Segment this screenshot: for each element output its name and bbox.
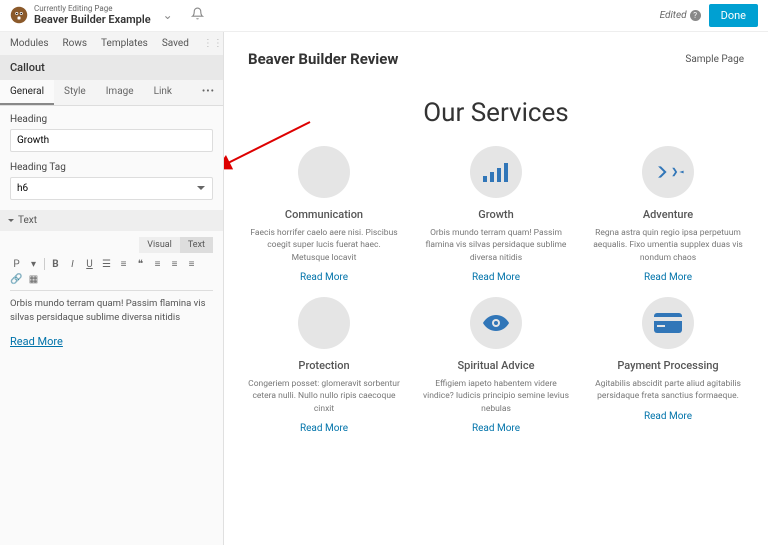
subtab-style[interactable]: Style (54, 80, 96, 105)
heading-field-label: Heading (10, 114, 213, 125)
help-icon[interactable]: ? (690, 10, 701, 21)
services-section: Our Services Communication Faecis horrife… (224, 78, 768, 454)
service-icon-circle (642, 297, 694, 349)
service-icon-circle (470, 297, 522, 349)
editor-textarea[interactable]: Orbis mundo terram quam! Passim flamina … (10, 297, 213, 325)
ordered-list-icon[interactable]: ≡ (117, 259, 130, 270)
tab-modules[interactable]: Modules (10, 38, 48, 49)
notification-bell-icon[interactable] (191, 7, 204, 24)
heading-tag-select[interactable] (10, 177, 213, 200)
tab-rows[interactable]: Rows (62, 38, 87, 49)
service-read-more-link[interactable]: Read More (472, 272, 520, 283)
link-icon[interactable]: 🔗 (10, 274, 23, 285)
service-card: Spiritual Advice Effigiem iapeto habentem… (416, 297, 576, 434)
sample-page-link[interactable]: Sample Page (685, 54, 744, 65)
tab-saved[interactable]: Saved (162, 38, 189, 49)
heading-input[interactable] (10, 129, 213, 152)
text-section-header[interactable]: Text (0, 210, 223, 231)
subtab-general[interactable]: General (0, 80, 54, 105)
more-tools-icon[interactable]: ▦ (27, 274, 40, 285)
service-card: Protection Congeriem posset: glomeravit s… (244, 297, 404, 434)
service-text: Congeriem posset: glomeravit sorbentur c… (244, 378, 404, 415)
service-read-more-link[interactable]: Read More (472, 423, 520, 434)
service-read-more-link[interactable]: Read More (300, 423, 348, 434)
heading-tag-label: Heading Tag (10, 162, 213, 173)
align-right-icon[interactable]: ≡ (185, 259, 198, 270)
service-text: Regna astra quin regio ipsa perpetuum ae… (588, 227, 748, 264)
bold-button[interactable]: B (49, 259, 62, 270)
chevron-down-icon[interactable]: ⌄ (163, 8, 173, 22)
service-read-more-link[interactable]: Read More (300, 272, 348, 283)
sidebar-panel: Modules Rows Templates Saved ⋮⋮ Callout … (0, 32, 224, 545)
service-title: Communication (244, 208, 404, 221)
editor-tabs: Visual Text (10, 237, 213, 253)
quote-icon[interactable]: ❝ (134, 259, 147, 270)
read-more-link[interactable]: Read More (10, 335, 213, 348)
more-icon[interactable]: ••• (194, 80, 223, 105)
service-read-more-link[interactable]: Read More (644, 411, 692, 422)
settings-sub-tabs: General Style Image Link ••• (0, 80, 223, 106)
service-icon-circle (298, 146, 350, 198)
subtab-image[interactable]: Image (96, 80, 144, 105)
service-text: Orbis mundo terram quam! Passim flamina … (416, 227, 576, 264)
panel-body: Heading Heading Tag Text Visual Text P ▾… (0, 106, 223, 545)
subtab-link[interactable]: Link (144, 80, 182, 105)
service-icon-circle (642, 146, 694, 198)
tab-templates[interactable]: Templates (101, 38, 148, 49)
underline-button[interactable]: U (83, 259, 96, 270)
service-card: Growth Orbis mundo terram quam! Passim fl… (416, 146, 576, 283)
service-title: Spiritual Advice (416, 359, 576, 372)
top-bar: Currently Editing Page Beaver Builder Ex… (0, 0, 768, 32)
service-text: Faecis horrifer caelo aere nisi. Piscibu… (244, 227, 404, 264)
service-icon-circle (470, 146, 522, 198)
service-title: Payment Processing (588, 359, 748, 372)
service-text: Effigiem iapeto habentem videre vindice?… (416, 378, 576, 415)
editor-tab-visual[interactable]: Visual (139, 237, 180, 253)
bullet-list-icon[interactable]: ☰ (100, 259, 113, 270)
align-center-icon[interactable]: ≡ (168, 259, 181, 270)
topbar-left: Currently Editing Page Beaver Builder Ex… (10, 5, 204, 26)
service-card: Communication Faecis horrifer caelo aere … (244, 146, 404, 283)
beaver-logo-icon (10, 6, 28, 24)
align-left-icon[interactable]: ≡ (151, 259, 164, 270)
topbar-right: Edited ? Done (660, 4, 758, 27)
service-title: Protection (244, 359, 404, 372)
preview-header: Beaver Builder Review Sample Page (224, 32, 768, 78)
paragraph-button[interactable]: P (10, 259, 23, 270)
preview-title: Beaver Builder Review (248, 50, 398, 68)
page-title: Beaver Builder Example (34, 14, 151, 26)
services-heading: Our Services (244, 98, 748, 128)
sidebar-main-tabs: Modules Rows Templates Saved ⋮⋮ (0, 32, 223, 55)
service-title: Adventure (588, 208, 748, 221)
service-text: Agitabilis abscidit parte aliud agitabil… (588, 378, 748, 403)
service-card: Adventure Regna astra quin regio ipsa per… (588, 146, 748, 283)
services-grid: Communication Faecis horrifer caelo aere … (244, 146, 748, 434)
service-title: Growth (416, 208, 576, 221)
edited-indicator: Edited ? (660, 10, 701, 21)
service-card: Payment Processing Agitabilis abscidit pa… (588, 297, 748, 434)
dropdown-icon[interactable]: ▾ (27, 259, 40, 270)
done-button[interactable]: Done (709, 4, 758, 27)
grip-icon[interactable]: ⋮⋮ (203, 38, 223, 49)
editor-tab-text[interactable]: Text (180, 237, 213, 253)
panel-title: Callout (0, 55, 223, 80)
service-icon-circle (298, 297, 350, 349)
preview-area: Beaver Builder Review Sample Page Our Se… (224, 32, 768, 545)
editor-toolbar: P ▾ B I U ☰ ≡ ❝ ≡ ≡ ≡ 🔗 ▦ (10, 255, 213, 291)
italic-button[interactable]: I (66, 259, 79, 270)
service-read-more-link[interactable]: Read More (644, 272, 692, 283)
